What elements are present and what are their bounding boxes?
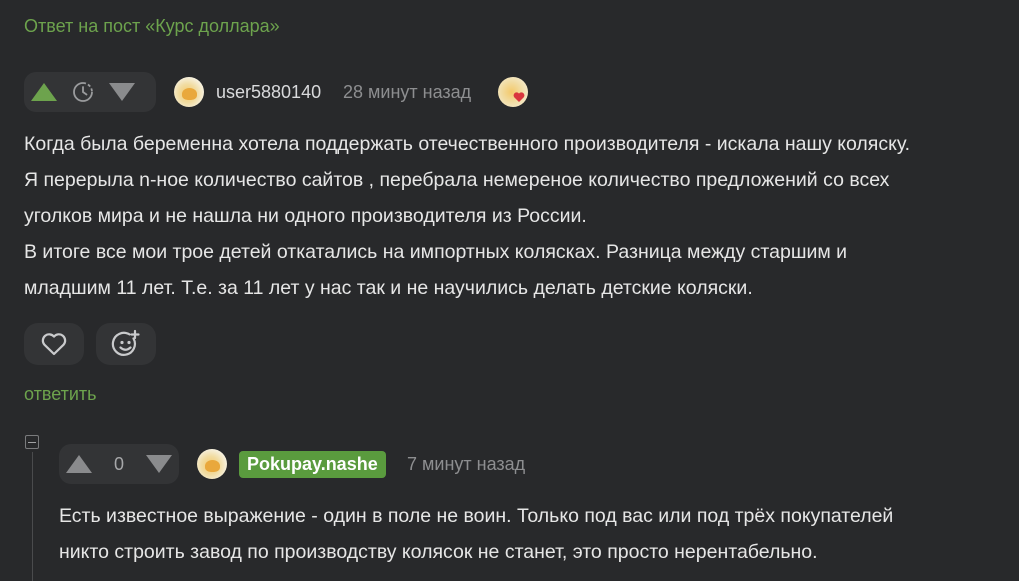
like-button[interactable] bbox=[24, 323, 84, 365]
comment-timestamp[interactable]: 7 минут назад bbox=[407, 454, 525, 475]
comment-line: Есть известное выражение - один в поле н… bbox=[59, 505, 894, 527]
minus-icon bbox=[28, 441, 36, 443]
score-value: 0 bbox=[113, 453, 124, 474]
reply-link[interactable]: ответить bbox=[24, 384, 97, 405]
comment-line: уголков мира и не нашла ни одного произв… bbox=[24, 205, 587, 227]
reply-to-post-link[interactable]: Ответ на пост «Курс доллара» bbox=[24, 16, 280, 37]
rating-score: 0 bbox=[99, 444, 139, 484]
comment-author[interactable]: user5880140 bbox=[216, 82, 321, 103]
main-comment-text: Когда была беременна хотела поддержать о… bbox=[24, 126, 910, 306]
heart-outline-icon bbox=[41, 333, 67, 356]
upvote-button[interactable] bbox=[24, 72, 64, 112]
triangle-up-icon bbox=[31, 83, 57, 101]
comment-line: Я перерыла n-ное количество сайтов , пер… bbox=[24, 169, 890, 191]
avatar[interactable] bbox=[197, 449, 227, 479]
triangle-down-icon bbox=[146, 455, 172, 473]
comment-line: младшим 11 лет. Т.е. за 11 лет у нас так… bbox=[24, 277, 753, 299]
avatar[interactable] bbox=[174, 77, 204, 107]
thread-line[interactable] bbox=[32, 452, 33, 581]
smiley-plus-icon bbox=[111, 329, 140, 356]
triangle-down-icon bbox=[109, 83, 135, 101]
child-comment-rating: 0 bbox=[59, 444, 179, 484]
collapse-thread-button[interactable] bbox=[25, 435, 39, 449]
downvote-button[interactable] bbox=[139, 444, 179, 484]
comment-author-badge[interactable]: Pokupay.nashe bbox=[239, 451, 386, 478]
downvote-button[interactable] bbox=[102, 72, 142, 112]
heart-award-icon bbox=[513, 92, 525, 102]
upvote-button[interactable] bbox=[59, 444, 99, 484]
comment-line: В итоге все мои трое детей откатались на… bbox=[24, 241, 848, 263]
reaction-button[interactable] bbox=[96, 323, 156, 365]
comment-line: никто строить завод по производству коля… bbox=[59, 541, 818, 563]
rating-hidden-indicator bbox=[64, 72, 102, 112]
award-badge[interactable] bbox=[498, 77, 528, 107]
comment-timestamp[interactable]: 28 минут назад bbox=[343, 82, 471, 103]
main-comment-rating bbox=[24, 72, 156, 112]
triangle-up-icon bbox=[66, 455, 92, 473]
child-comment-text: Есть известное выражение - один в поле н… bbox=[59, 498, 893, 570]
clock-dashed-icon bbox=[73, 82, 93, 102]
comment-line: Когда была беременна хотела поддержать о… bbox=[24, 133, 911, 155]
